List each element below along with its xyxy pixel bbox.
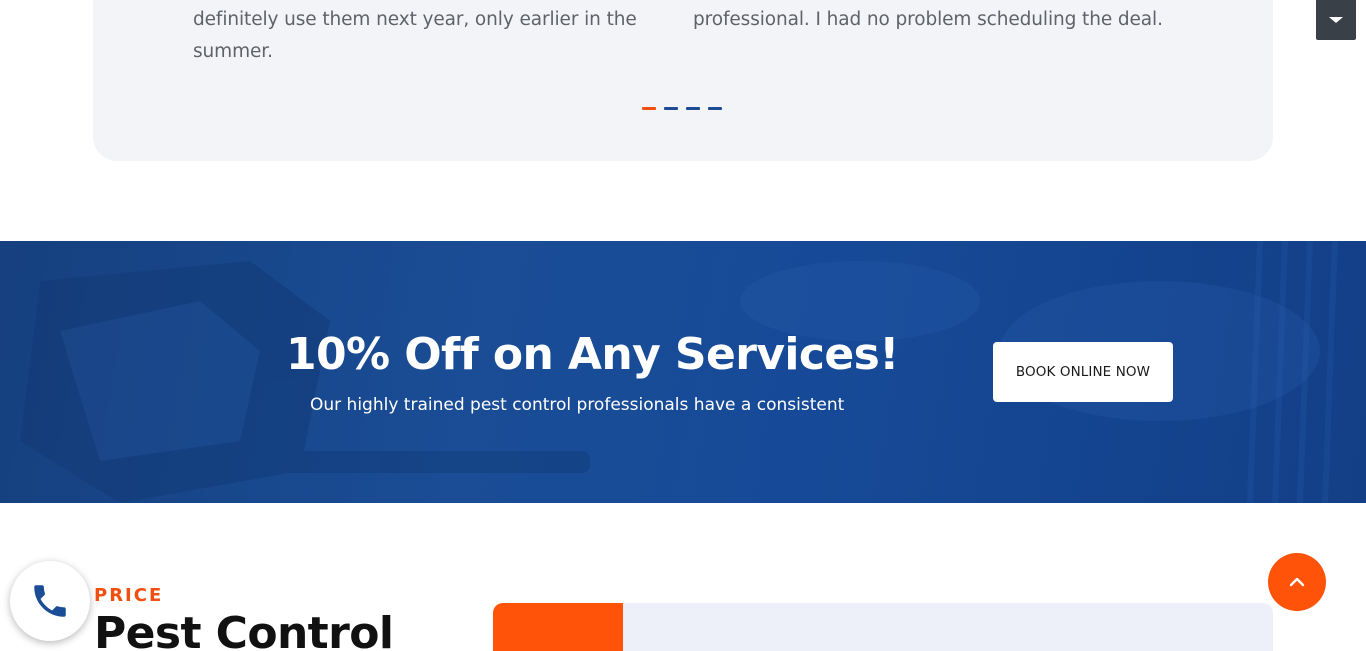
carousel-dot[interactable] (664, 107, 678, 110)
testimonial-quote: definitely use them next year, only earl… (193, 9, 637, 62)
carousel-pagination (642, 107, 722, 110)
phone-icon (34, 585, 66, 617)
banner-title: 10% Off on Any Services! (286, 329, 899, 380)
carousel-dot[interactable] (708, 107, 722, 110)
carousel-dot-active[interactable] (642, 107, 656, 110)
dropdown-toggle-button[interactable] (1316, 0, 1356, 40)
scroll-to-top-button[interactable] (1268, 553, 1326, 611)
promo-banner: 10% Off on Any Services! Our highly trai… (0, 241, 1366, 503)
carousel-dot[interactable] (686, 107, 700, 110)
book-online-button[interactable]: BOOK ONLINE NOW (993, 342, 1173, 402)
testimonial-quote: professional. I had no problem schedulin… (693, 9, 1163, 30)
banner-subtitle: Our highly trained pest control professi… (310, 395, 845, 415)
section-heading: Pest Control (94, 608, 394, 651)
pricing-panel (493, 603, 1273, 651)
testimonial-card: definitely use them next year, only earl… (93, 0, 1273, 161)
call-button[interactable] (10, 561, 90, 641)
chevron-up-icon (1289, 577, 1305, 587)
pricing-panel-accent (493, 603, 623, 651)
section-eyebrow: PRICE (94, 585, 164, 606)
caret-down-icon (1329, 17, 1343, 23)
